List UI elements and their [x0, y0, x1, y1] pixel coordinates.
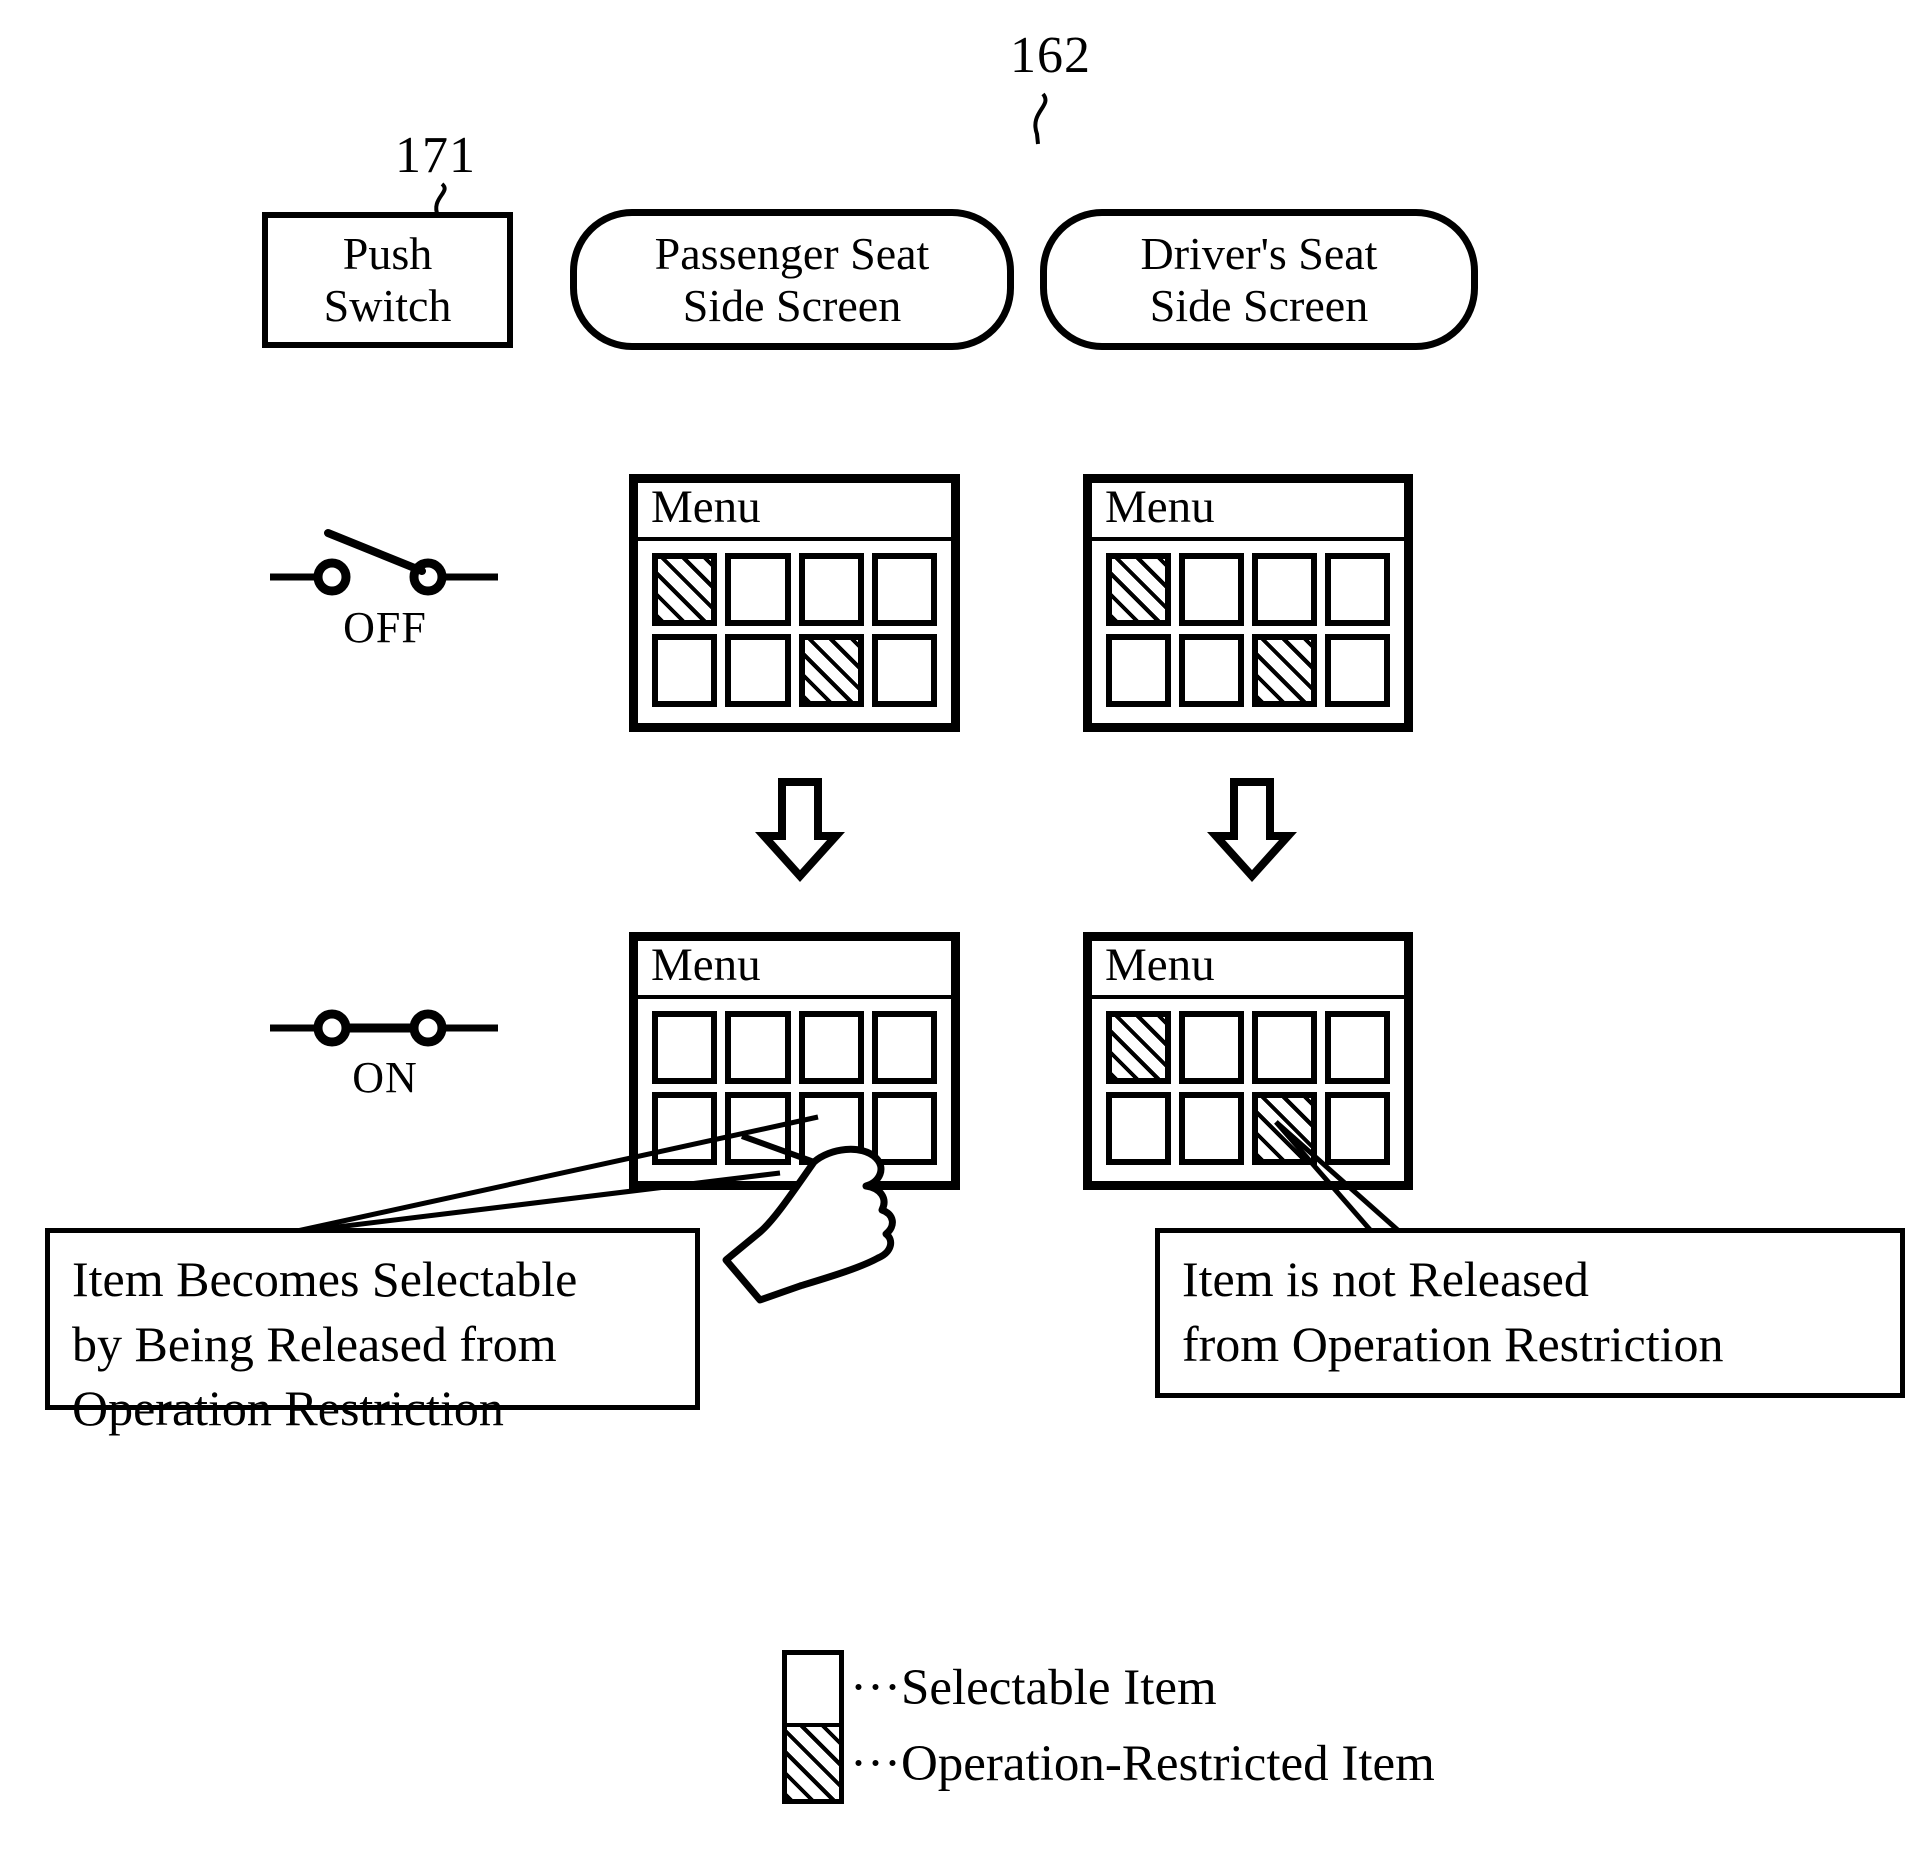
menu-title-bar: Menu	[638, 941, 951, 999]
ref-numeral-171: 171	[395, 127, 476, 184]
legend-row-selectable: ···Selectable Item	[844, 1650, 1435, 1726]
driver-seat-side-screen-box[interactable]: Driver's Seat Side Screen	[1040, 209, 1478, 350]
menu-cell-r2c1[interactable]	[1106, 634, 1171, 707]
callout-right-line2: from Operation Restriction	[1182, 1315, 1724, 1372]
menu-title: Menu	[651, 480, 761, 533]
menu-screen-driver-off[interactable]: Menu	[1083, 474, 1413, 732]
driver-screen-label-line1: Driver's Seat	[1140, 227, 1378, 279]
legend-swatch	[782, 1650, 844, 1804]
passenger-seat-side-screen-box[interactable]: Passenger Seat Side Screen	[570, 209, 1014, 350]
push-switch-label-line2: Switch	[323, 280, 452, 331]
push-switch-box[interactable]: Push Switch	[262, 212, 513, 348]
legend: ···Selectable Item ···Operation-Restrict…	[782, 1650, 1435, 1804]
push-switch-label-line1: Push	[342, 228, 433, 280]
menu-cell-r1c2[interactable]	[1179, 1011, 1244, 1084]
ref-numeral-162: 162	[1010, 27, 1091, 84]
legend-label-selectable: ···Selectable Item	[850, 1659, 1217, 1716]
menu-cell-r2c2[interactable]	[1179, 634, 1244, 707]
legend-swatch-restricted	[787, 1727, 839, 1799]
menu-cell-r2c3[interactable]	[798, 634, 864, 707]
switch-off-label: OFF	[343, 603, 427, 652]
menu-title-bar: Menu	[638, 483, 951, 541]
down-arrow-icon-passenger	[755, 778, 845, 882]
menu-title: Menu	[651, 938, 761, 991]
switch-on-icon	[270, 1009, 498, 1047]
menu-cell-r1c3[interactable]	[798, 553, 864, 626]
menu-cell-r1c4[interactable]	[871, 1011, 937, 1084]
callout-right: Item is not Released from Operation Rest…	[1155, 1228, 1905, 1398]
menu-cell-r1c3[interactable]	[1252, 1011, 1317, 1084]
menu-cell-r1c4[interactable]	[871, 553, 937, 626]
driver-screen-label-line2: Side Screen	[1149, 279, 1369, 331]
menu-cell-r2c2[interactable]	[725, 634, 791, 707]
passenger-screen-label-line2: Side Screen	[682, 279, 902, 331]
menu-title-bar: Menu	[1092, 941, 1404, 999]
menu-cell-r2c1[interactable]	[1106, 1092, 1171, 1165]
menu-cell-r1c2[interactable]	[725, 1011, 791, 1084]
menu-cell-r2c4[interactable]	[1325, 634, 1390, 707]
menu-title: Menu	[1105, 938, 1215, 991]
menu-cell-r2c4[interactable]	[871, 634, 937, 707]
menu-cell-r1c1[interactable]	[652, 1011, 718, 1084]
menu-cell-r1c1[interactable]	[1106, 1011, 1171, 1084]
menu-cell-r1c4[interactable]	[1325, 1011, 1390, 1084]
switch-off-icon	[270, 529, 498, 596]
callout-right-line1: Item is not Released	[1182, 1251, 1589, 1307]
callout-left-line1: Item Becomes Selectable	[72, 1251, 578, 1307]
menu-cell-r2c3[interactable]	[1252, 634, 1317, 707]
menu-cell-r1c4[interactable]	[1325, 553, 1390, 626]
menu-title: Menu	[1105, 480, 1215, 533]
menu-grid	[1092, 541, 1404, 723]
switch-on-symbol: ON	[270, 1000, 500, 1103]
leader-line-right-callout	[1274, 1120, 1402, 1234]
passenger-screen-label-line1: Passenger Seat	[654, 227, 930, 279]
menu-cell-r1c3[interactable]	[798, 1011, 864, 1084]
switch-off-symbol: OFF	[270, 525, 500, 653]
menu-cell-r1c2[interactable]	[1179, 553, 1244, 626]
switch-on-label: ON	[352, 1053, 418, 1102]
legend-label-restricted: ···Operation-Restricted Item	[850, 1735, 1435, 1792]
ref-leader-162	[1033, 92, 1048, 145]
callout-left-line3: Operation Restriction	[72, 1380, 504, 1436]
legend-swatch-selectable	[787, 1655, 839, 1727]
callout-left: Item Becomes Selectable by Being Release…	[45, 1228, 700, 1436]
menu-grid	[638, 541, 951, 723]
menu-screen-passenger-off[interactable]: Menu	[629, 474, 960, 732]
menu-cell-r1c1[interactable]	[1106, 553, 1171, 626]
legend-row-restricted: ···Operation-Restricted Item	[844, 1726, 1435, 1802]
menu-cell-r1c2[interactable]	[725, 553, 791, 626]
menu-cell-r2c1[interactable]	[652, 634, 718, 707]
callout-left-line2: by Being Released from	[72, 1315, 557, 1372]
menu-cell-r2c2[interactable]	[1179, 1092, 1244, 1165]
down-arrow-icon-driver	[1207, 778, 1297, 882]
menu-cell-r1c1[interactable]	[652, 553, 718, 626]
menu-cell-r1c3[interactable]	[1252, 553, 1317, 626]
menu-title-bar: Menu	[1092, 483, 1404, 541]
